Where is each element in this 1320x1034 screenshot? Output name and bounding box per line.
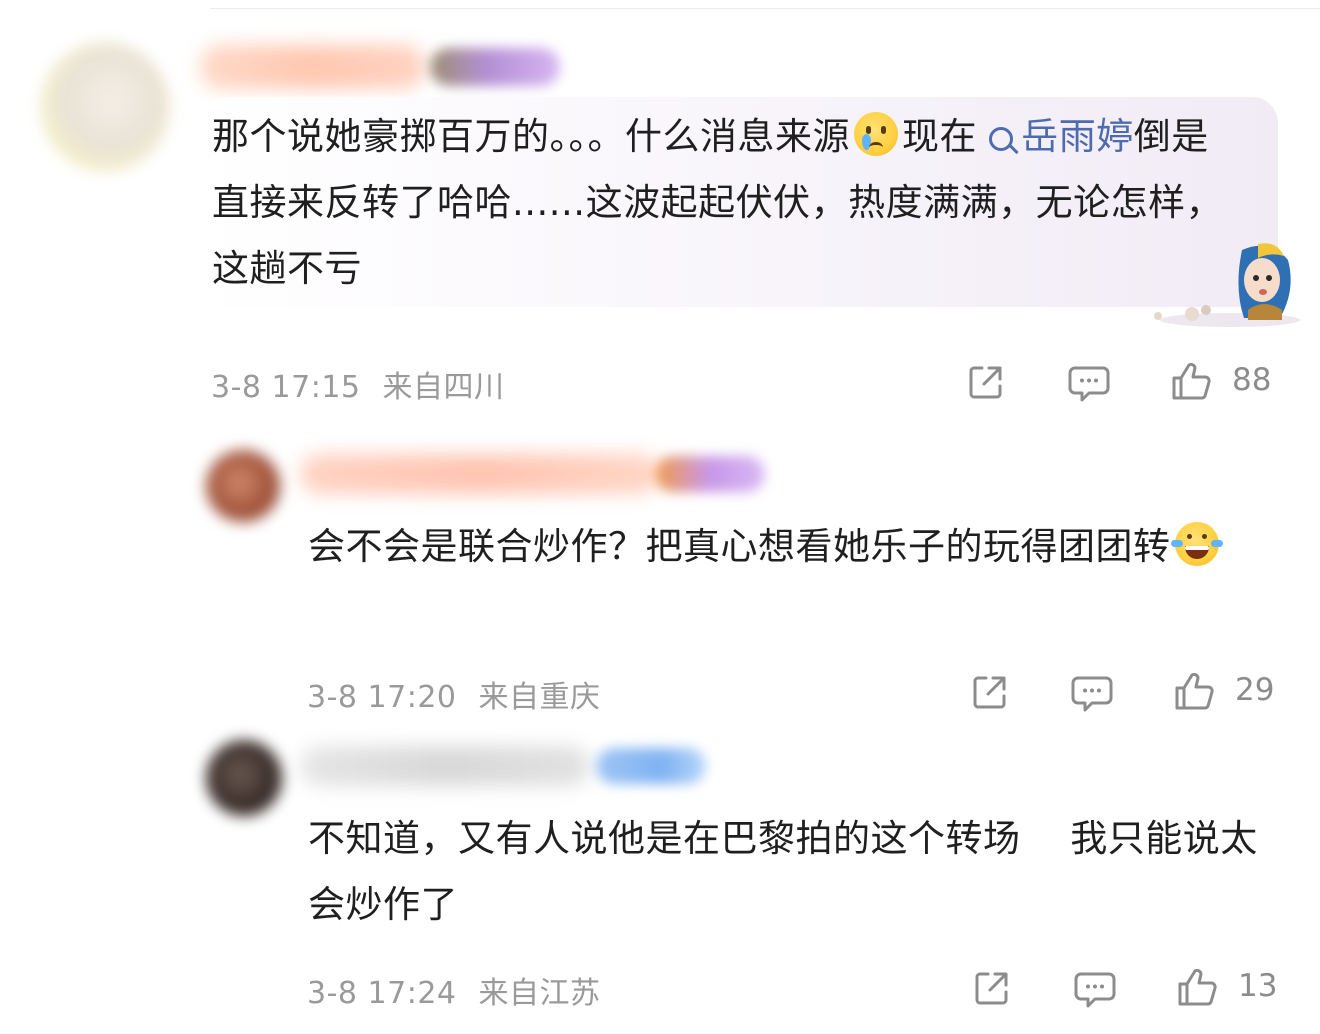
search-icon: [989, 127, 1014, 151]
like-count: 88: [1232, 362, 1272, 398]
share-icon[interactable]: [972, 968, 1012, 1008]
comment-meta: 3-8 17:15 来自四川: [211, 362, 505, 406]
like-icon[interactable]: [1170, 360, 1212, 402]
text-mid: 现在: [902, 115, 977, 158]
user-badge-blurred: [655, 456, 765, 492]
topic-link[interactable]: 岳雨婷: [989, 115, 1134, 158]
username-blurred[interactable]: [300, 454, 660, 494]
timestamp: 3-8 17:15: [211, 370, 361, 405]
timestamp: 3-8 17:24: [307, 976, 457, 1011]
comment-icon[interactable]: [1070, 672, 1114, 714]
share-icon[interactable]: [966, 362, 1006, 402]
text-before: 不知道，又有人说他是在巴黎拍的这个转场 我只能说太会炒作了: [308, 817, 1258, 926]
user-badge-blurred: [430, 48, 560, 86]
decorative-sticker: [1154, 243, 1300, 327]
comment-meta: 3-8 17:24 来自江苏: [307, 968, 601, 1012]
avatar[interactable]: [40, 42, 170, 172]
topic-link-label: 岳雨婷: [1021, 115, 1134, 158]
like-icon[interactable]: [1173, 670, 1215, 712]
user-badge-blurred: [596, 748, 706, 784]
share-icon[interactable]: [970, 672, 1010, 712]
location: 来自四川: [382, 370, 505, 405]
text-before: 那个说她豪掷百万的。。。什么消息来源: [212, 115, 850, 158]
avatar[interactable]: [206, 450, 280, 522]
username-blurred[interactable]: [300, 746, 590, 786]
top-divider: [210, 8, 1320, 9]
tears-of-joy-face-icon: [1170, 522, 1223, 566]
location: 来自重庆: [478, 680, 601, 715]
comment-text: 那个说她豪掷百万的。。。什么消息来源 现在 岳雨婷倒是直接来反转了哈哈......…: [212, 104, 1242, 302]
timestamp: 3-8 17:20: [307, 680, 457, 715]
comment-icon[interactable]: [1073, 968, 1117, 1010]
like-count: 29: [1235, 672, 1275, 708]
comment-icon[interactable]: [1067, 362, 1111, 404]
text-before: 会不会是联合炒作？把真心想看她乐子的玩得团团转: [308, 525, 1171, 568]
comment-meta: 3-8 17:20 来自重庆: [307, 672, 601, 716]
like-count: 13: [1238, 968, 1278, 1004]
comment-text: 会不会是联合炒作？把真心想看她乐子的玩得团团转: [308, 514, 1258, 580]
crying-face-icon: [854, 112, 898, 156]
username-blurred[interactable]: [200, 45, 425, 89]
location: 来自江苏: [478, 976, 601, 1011]
like-icon[interactable]: [1176, 966, 1218, 1008]
avatar[interactable]: [206, 740, 282, 816]
comment-text: 不知道，又有人说他是在巴黎拍的这个转场 我只能说太会炒作了: [308, 806, 1263, 938]
